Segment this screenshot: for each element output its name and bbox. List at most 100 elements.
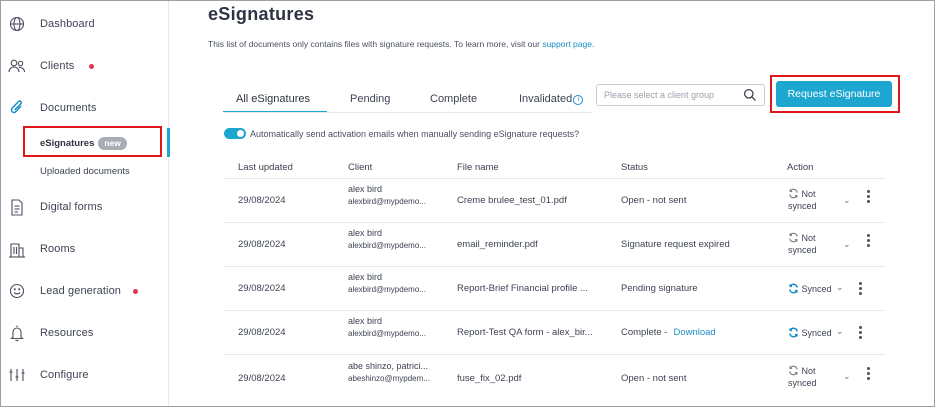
client-name: alex bird: [348, 316, 383, 326]
client-group-select[interactable]: [596, 84, 765, 106]
cell-status: Open - not sent: [621, 195, 687, 206]
client-name: alex bird: [348, 184, 383, 194]
auto-send-toggle-label: Automatically send activation emails whe…: [250, 128, 580, 139]
auto-send-toggle[interactable]: [224, 128, 246, 139]
sync-icon: [789, 188, 798, 199]
sync-status[interactable]: Not synced: [788, 232, 817, 256]
new-badge: new: [98, 137, 127, 150]
table-row[interactable]: 29/08/2024 alex bird alexbird@mypdemo... …: [223, 179, 885, 223]
sidebar-item-label: Digital forms: [40, 201, 103, 213]
client-name: alex bird: [348, 228, 383, 238]
cell-file-name[interactable]: Report-Brief Financial profile ...: [457, 283, 588, 294]
cell-last-updated: 29/08/2024: [238, 283, 286, 294]
sync-label: Not: [801, 233, 816, 243]
support-page-link[interactable]: support page: [542, 39, 592, 49]
client-email: alexbird@mypdemo...: [348, 285, 426, 294]
sidebar-subitem-label: Uploaded documents: [40, 166, 130, 177]
page-subtitle: This list of documents only contains fil…: [208, 39, 594, 49]
table-row[interactable]: 29/08/2024 alex bird alexbird@mypdemo... …: [223, 223, 885, 267]
sidebar-item-documents[interactable]: Documents: [1, 93, 169, 123]
tab-complete[interactable]: Complete: [430, 93, 477, 105]
cell-last-updated: 29/08/2024: [238, 373, 286, 384]
client-email: alexbird@mypdemo...: [348, 197, 426, 206]
cell-client: alex bird alexbird@mypdemo...: [348, 316, 426, 338]
paperclip-icon: [8, 99, 26, 117]
alert-dot: [133, 289, 138, 294]
column-header-client[interactable]: Client: [348, 162, 372, 173]
cell-client: alex bird alexbird@mypdemo...: [348, 184, 426, 206]
search-icon[interactable]: [743, 88, 757, 102]
subtitle-text: This list of documents only contains fil…: [208, 39, 543, 49]
sync-status[interactable]: Not synced: [788, 188, 817, 212]
client-name: alex bird: [348, 272, 383, 282]
cell-file-name[interactable]: fuse_fix_02.pdf: [457, 373, 521, 384]
chevron-down-icon[interactable]: ⌄: [843, 371, 851, 382]
table-row[interactable]: 29/08/2024 alex bird alexbird@mypdemo... …: [223, 267, 885, 311]
info-icon[interactable]: i: [573, 95, 584, 105]
sidebar-item-configure[interactable]: Configure: [1, 360, 169, 390]
chevron-down-icon[interactable]: ⌄: [843, 195, 851, 206]
sliders-icon: [8, 366, 26, 384]
column-header-file-name[interactable]: File name: [457, 162, 499, 173]
sidebar-item-clients[interactable]: Clients: [1, 51, 169, 81]
client-email: alexbird@mypdemo...: [348, 241, 426, 250]
cell-status: Signature request expired: [621, 239, 730, 250]
chevron-down-icon[interactable]: ⌄: [843, 239, 851, 250]
sidebar-item-label: Configure: [40, 369, 89, 381]
document-icon: [8, 198, 26, 216]
sidebar-item-label: Lead generation: [40, 285, 122, 297]
more-options-icon[interactable]: [867, 190, 870, 203]
tab-label: Invalidated: [519, 93, 573, 105]
sidebar-item-lead-generation[interactable]: Lead generation: [1, 276, 169, 306]
sync-label-2: synced: [788, 378, 817, 388]
cell-status: Complete - Download: [621, 327, 716, 338]
table-row[interactable]: 29/08/2024 alex bird alexbird@mypdemo... …: [223, 311, 885, 355]
cell-file-name[interactable]: email_reminder.pdf: [457, 239, 538, 250]
tab-pending[interactable]: Pending: [350, 93, 390, 105]
chevron-down-icon[interactable]: ⌄: [836, 326, 844, 337]
more-options-icon[interactable]: [867, 234, 870, 247]
sync-status[interactable]: Synced: [788, 327, 832, 339]
sidebar-item-rooms[interactable]: Rooms: [1, 234, 169, 264]
sidebar-subitem-esignatures[interactable]: eSignatures new: [40, 137, 127, 150]
client-email: abeshinzo@mypdem...: [348, 374, 430, 383]
sidebar-item-dashboard[interactable]: Dashboard: [1, 9, 169, 39]
sidebar-item-resources[interactable]: Resources: [1, 318, 169, 348]
page-title: eSignatures: [208, 4, 315, 24]
sidebar-item-label: Rooms: [40, 243, 76, 255]
more-options-icon[interactable]: [859, 282, 862, 295]
sidebar-subitem-uploaded-documents[interactable]: Uploaded documents: [40, 166, 130, 177]
cell-file-name[interactable]: Creme brulee_test_01.pdf: [457, 195, 567, 206]
more-options-icon[interactable]: [859, 326, 862, 339]
sync-status[interactable]: Synced: [788, 283, 832, 295]
building-icon: [8, 240, 26, 258]
download-link[interactable]: Download: [673, 327, 715, 338]
chevron-down-icon[interactable]: ⌄: [836, 282, 844, 293]
globe-icon: [8, 15, 26, 33]
sync-label: Synced: [801, 328, 832, 338]
sidebar-item-label: Clients: [40, 60, 75, 72]
cell-client: alex bird alexbird@mypdemo...: [348, 228, 426, 250]
more-options-icon[interactable]: [867, 367, 870, 380]
sidebar-item-label: Dashboard: [40, 18, 95, 30]
tab-all-esignatures[interactable]: All eSignatures: [236, 93, 310, 105]
auto-send-toggle-row: Automatically send activation emails whe…: [224, 128, 579, 139]
cell-client: alex bird alexbird@mypdemo...: [348, 272, 426, 294]
sidebar-item-digital-forms[interactable]: Digital forms: [1, 192, 169, 222]
column-header-status[interactable]: Status: [621, 162, 648, 173]
client-group-search-input[interactable]: [604, 88, 734, 102]
column-header-last-updated[interactable]: Last updated: [238, 162, 293, 173]
active-indicator: [167, 128, 170, 157]
sidebar-item-label: Resources: [40, 327, 94, 339]
sidebar-subitem-label: eSignatures: [40, 138, 95, 149]
sync-status[interactable]: Not synced: [788, 365, 817, 389]
cell-last-updated: 29/08/2024: [238, 327, 286, 338]
request-esignature-button[interactable]: Request eSignature: [776, 81, 892, 107]
cell-file-name[interactable]: Report-Test QA form - alex_bir...: [457, 327, 593, 338]
sidebar-item-label: Documents: [40, 102, 97, 114]
table-row[interactable]: 29/08/2024 abe shinzo, patrici... abeshin…: [223, 355, 885, 399]
sidebar: Dashboard Clients Documents eSignatures n…: [1, 1, 170, 406]
tab-invalidated[interactable]: Invalidated i: [519, 93, 584, 105]
sync-icon: [789, 365, 798, 376]
cell-last-updated: 29/08/2024: [238, 195, 286, 206]
